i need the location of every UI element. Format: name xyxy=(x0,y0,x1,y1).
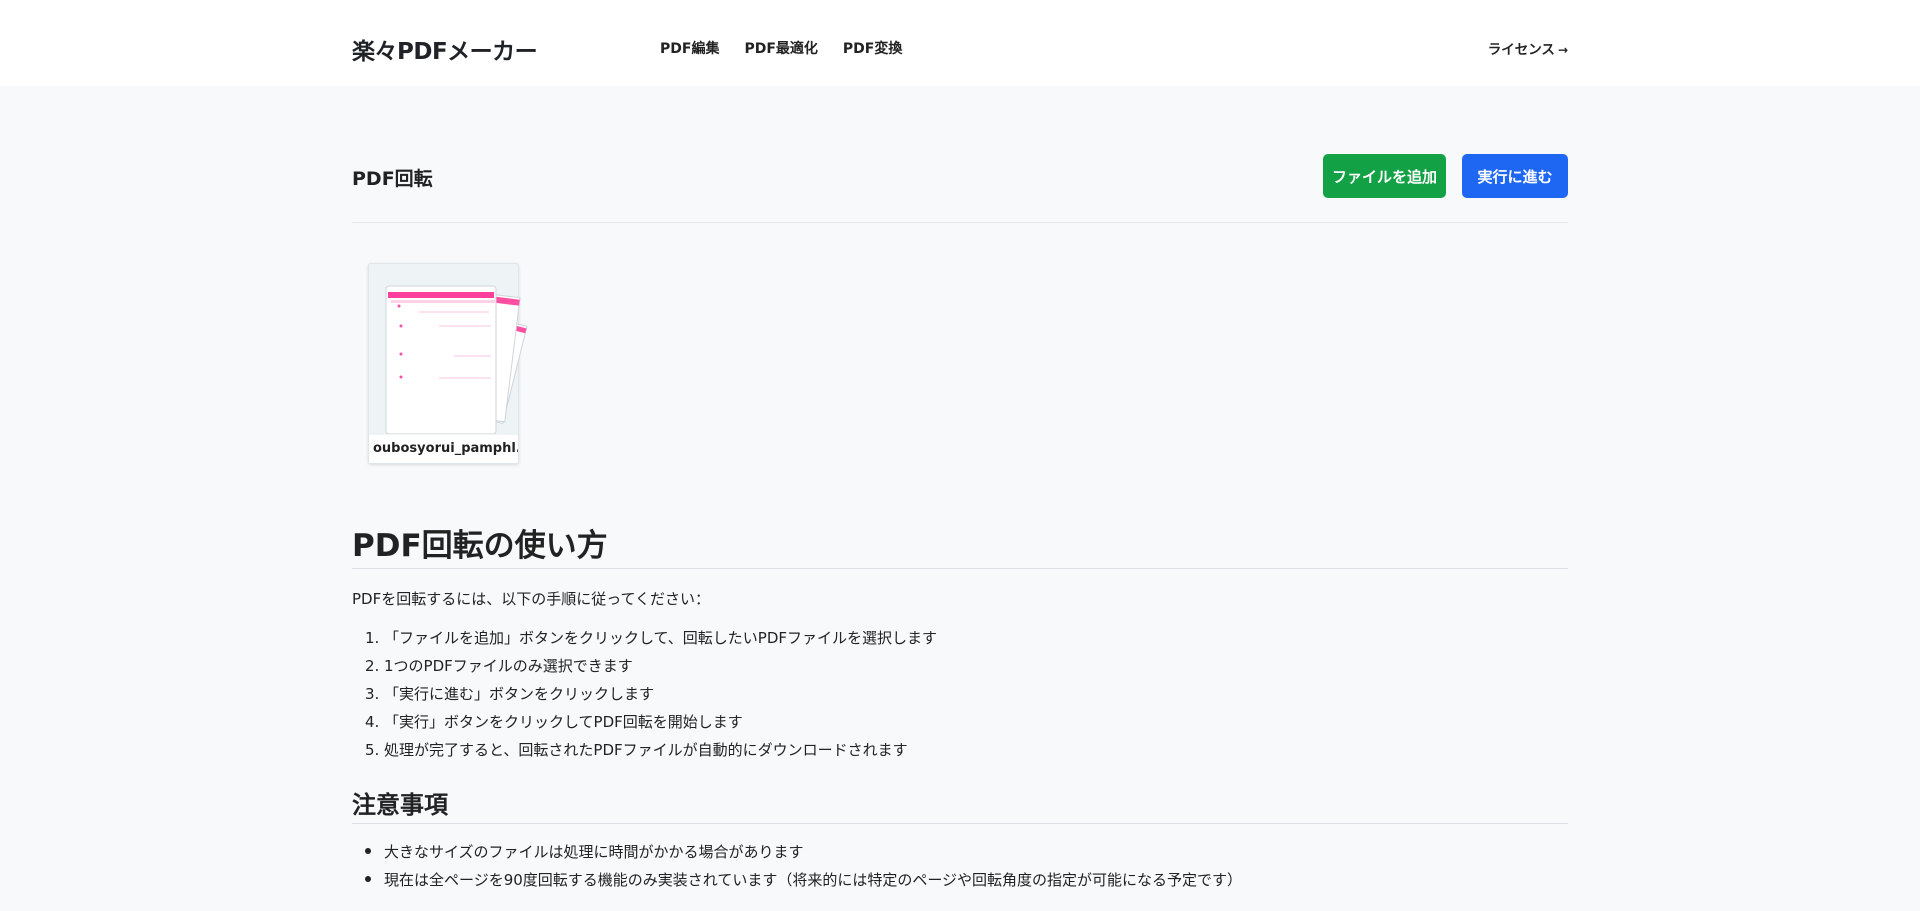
bullet-icon xyxy=(365,847,371,854)
site-logo[interactable]: 楽々PDFメーカー xyxy=(352,32,538,66)
nav-item-pdf-convert[interactable]: PDF変換 xyxy=(843,38,902,58)
nav-item-pdf-edit[interactable]: PDF編集 xyxy=(660,38,719,58)
license-link[interactable]: ライセンス → xyxy=(1488,38,1568,58)
help-title: PDF回転の使い方 xyxy=(352,528,608,564)
license-label: ライセンス xyxy=(1487,42,1555,58)
file-card[interactable]: oubosyorui_pamphl... xyxy=(368,263,528,464)
notes-divider xyxy=(352,823,1568,824)
help-intro: PDFを回転するには、以下の手順に従ってください： xyxy=(352,590,711,608)
site-header: 楽々PDFメーカー PDF編集 PDF最適化 PDF変換 ライセンス → xyxy=(0,0,1920,86)
list-item: 3. 「実行に進む」ボタンをクリックします xyxy=(365,685,655,703)
main-nav: PDF編集 PDF最適化 PDF変換 xyxy=(660,38,927,58)
list-item: 現在は全ページを90度回転する機能のみ実装されています（将来的には特定のページや… xyxy=(365,868,1242,896)
notes-title: 注意事項 xyxy=(352,791,448,819)
list-item: 大きなサイズのファイルは処理に時間がかかる場合があります xyxy=(365,840,1242,868)
list-item: 2. 1つのPDFファイルのみ選択できます xyxy=(365,657,633,675)
help-divider xyxy=(352,568,1568,569)
add-file-button[interactable]: ファイルを追加 xyxy=(1323,154,1446,198)
list-item: 1. 「ファイルを追加」ボタンをクリックして、回転したいPDFファイルを選択します xyxy=(365,629,938,647)
proceed-button[interactable]: 実行に進む xyxy=(1462,154,1568,198)
steps-list: 1. 「ファイルを追加」ボタンをクリックして、回転したいPDFファイルを選択します… xyxy=(365,626,937,766)
pdf-thumbnail xyxy=(385,285,528,434)
list-item: 5. 処理が完了すると、回転されたPDFファイルが自動的にダウンロードされます xyxy=(365,741,908,759)
notes-list: 大きなサイズのファイルは処理に時間がかかる場合があります 現在は全ページを90度… xyxy=(365,840,1242,896)
toolbar-divider xyxy=(352,222,1568,223)
page-title: PDF回転 xyxy=(352,168,433,190)
nav-item-pdf-optimize[interactable]: PDF最適化 xyxy=(744,38,817,58)
file-name: oubosyorui_pamphl... xyxy=(369,435,518,463)
list-item: 4. 「実行」ボタンをクリックしてPDF回転を開始します xyxy=(365,713,743,731)
arrow-right-icon: → xyxy=(1557,43,1568,57)
bullet-icon xyxy=(365,875,371,882)
